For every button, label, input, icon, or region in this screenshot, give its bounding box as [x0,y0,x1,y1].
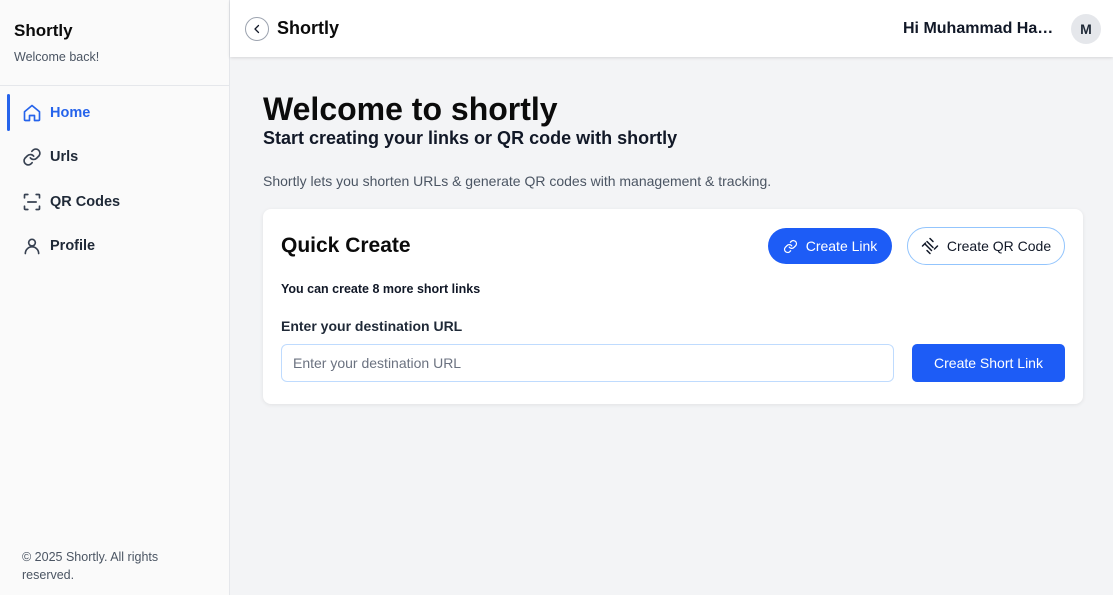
quick-create-card: Quick Create Create Link Create QR Code [263,209,1083,404]
avatar[interactable]: M [1071,13,1101,44]
home-icon [22,103,42,123]
create-short-link-button[interactable]: Create Short Link [912,344,1065,382]
welcome-subheading: Start creating your links or QR code wit… [263,128,678,148]
sidebar-item-label: QR Codes [50,193,121,210]
sidebar: Shortly Welcome back! Home Urls QR Codes… [0,0,230,595]
sidebar-item-label: Urls [50,149,79,165]
link-icon [783,239,798,254]
link-limit-text: You can create 8 more short links [281,282,481,296]
quick-create-header: Quick Create Create Link Create QR Code [281,227,1065,265]
brand-subtitle: Welcome back! [14,50,100,64]
back-button[interactable] [245,16,269,41]
sidebar-brand: Shortly Welcome back! [0,0,229,86]
destination-url-input[interactable] [281,344,894,382]
destination-url-label: Enter your destination URL [281,318,463,334]
create-link-label: Create Link [805,238,878,254]
sidebar-item-urls[interactable]: Urls [0,139,229,176]
sidebar-item-label: Home [50,104,91,121]
link-icon [22,147,42,167]
url-form-row: Create Short Link [281,344,1065,382]
sidebar-nav: Home Urls QR Codes Profile [0,86,229,265]
app-root: Shortly Welcome back! Home Urls QR Codes… [0,0,1113,595]
quick-create-title: Quick Create [281,234,411,257]
create-qr-code-button[interactable]: Create QR Code [907,227,1065,265]
user-icon [22,236,42,256]
user-greeting: Hi Muhammad Hassan [903,19,1059,37]
top-bar: Shortly Hi Muhammad Hassan M [230,0,1113,57]
sidebar-item-profile[interactable]: Profile [0,228,229,265]
page-title: Shortly [277,18,340,38]
welcome-heading: Welcome to shortly [263,91,558,127]
welcome-description: Shortly lets you shorten URLs & generate… [263,173,772,189]
sidebar-footer: © 2025 Shortly. All rights reserved. [22,550,159,582]
main-content: Welcome to shortly Start creating your l… [230,57,1113,404]
brand-title: Shortly [14,21,73,40]
qr-scan-icon [22,192,42,212]
sidebar-item-home[interactable]: Home [0,94,229,131]
main-area: Shortly Hi Muhammad Hassan M Welcome to … [230,0,1113,595]
create-qr-code-label: Create QR Code [946,238,1052,254]
sidebar-item-label: Profile [50,238,96,254]
sidebar-item-qr-codes[interactable]: QR Codes [0,183,229,220]
create-link-button[interactable]: Create Link [768,228,892,264]
chevron-left-icon [251,23,263,35]
qr-code-icon [921,237,939,255]
